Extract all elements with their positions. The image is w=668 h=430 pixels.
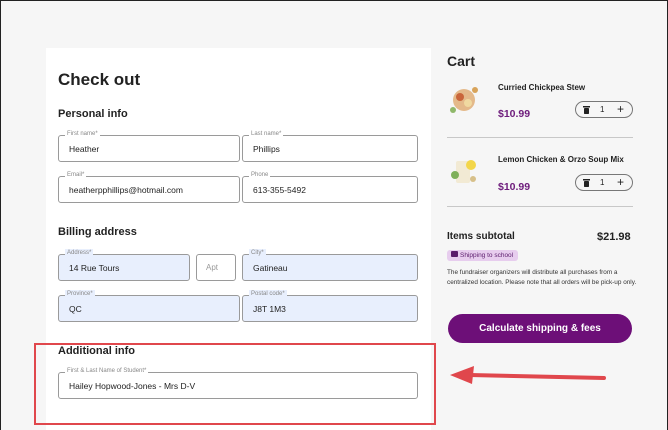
city-label: City* bbox=[249, 249, 266, 258]
apt-placeholder: Apt bbox=[206, 263, 219, 272]
trash-icon[interactable] bbox=[583, 179, 590, 187]
quantity-value: 1 bbox=[600, 178, 605, 187]
last-name-value: Phillips bbox=[253, 144, 280, 154]
items-subtotal-value: $21.98 bbox=[597, 231, 631, 243]
email-value: heatherpphillips@hotmail.com bbox=[69, 185, 183, 195]
calculate-shipping-button[interactable]: Calculate shipping & fees bbox=[448, 314, 632, 343]
plus-icon[interactable]: + bbox=[617, 175, 624, 189]
postal-code-field[interactable]: Postal code* J8T 1M3 bbox=[242, 290, 418, 322]
cart-item-price: $10.99 bbox=[498, 181, 531, 193]
first-name-label: First name* bbox=[65, 130, 100, 139]
email-field[interactable]: Email* heatherpphillips@hotmail.com bbox=[58, 171, 240, 203]
quantity-value: 1 bbox=[600, 105, 605, 114]
phone-label: Phone bbox=[249, 171, 271, 180]
truck-icon bbox=[451, 251, 458, 258]
postal-code-label: Postal code* bbox=[249, 290, 287, 299]
first-name-field[interactable]: First name* Heather bbox=[58, 130, 240, 162]
province-field[interactable]: Province* QC bbox=[58, 290, 240, 322]
apt-field[interactable]: Apt bbox=[196, 254, 236, 281]
plus-icon[interactable]: + bbox=[617, 102, 624, 116]
email-label: Email* bbox=[65, 171, 87, 180]
billing-address-heading: Billing address bbox=[58, 226, 137, 238]
pickup-note: The fundraiser organizers will distribut… bbox=[447, 269, 637, 286]
page-title: Check out bbox=[58, 70, 141, 89]
city-field[interactable]: City* Gatineau bbox=[242, 249, 418, 281]
postal-code-value: J8T 1M3 bbox=[253, 304, 286, 314]
first-name-value: Heather bbox=[69, 144, 100, 154]
shipping-badge: Shipping to school bbox=[447, 250, 519, 261]
last-name-field[interactable]: Last name* Phillips bbox=[242, 130, 418, 162]
personal-info-heading: Personal info bbox=[58, 108, 128, 120]
cart-divider bbox=[447, 206, 633, 207]
cart-item-name: Curried Chickpea Stew bbox=[498, 83, 586, 92]
annotation-arrow-icon bbox=[450, 366, 606, 384]
cart-item-price: $10.99 bbox=[498, 108, 531, 120]
items-subtotal-label: Items subtotal bbox=[447, 231, 515, 242]
last-name-label: Last name* bbox=[249, 130, 284, 139]
address-label: Address* bbox=[65, 249, 94, 258]
quantity-stepper[interactable]: 1 + bbox=[575, 101, 633, 118]
food-thumbnail-icon bbox=[451, 160, 476, 183]
shipping-badge-label: Shipping to school bbox=[460, 252, 514, 259]
food-thumbnail-icon bbox=[450, 87, 478, 113]
cart-title: Cart bbox=[447, 53, 476, 69]
phone-value: 613-355-5492 bbox=[253, 185, 306, 195]
phone-field[interactable]: Phone 613-355-5492 bbox=[242, 171, 418, 203]
province-value: QC bbox=[69, 304, 82, 314]
trash-icon[interactable] bbox=[583, 106, 590, 114]
cart-panel: Cart Curried Chickpea Stew $10.99 1 + Le… bbox=[447, 53, 637, 343]
cart-divider bbox=[447, 137, 633, 138]
cart-item-name: Lemon Chicken & Orzo Soup Mix bbox=[498, 155, 624, 164]
annotation-highlight-box bbox=[34, 343, 436, 425]
city-value: Gatineau bbox=[253, 263, 288, 273]
quantity-stepper[interactable]: 1 + bbox=[575, 174, 633, 191]
province-label: Province* bbox=[65, 290, 95, 299]
page-frame: Check out Personal info First name* Heat… bbox=[0, 0, 668, 430]
address-field[interactable]: Address* 14 Rue Tours bbox=[58, 249, 190, 281]
address-value: 14 Rue Tours bbox=[69, 263, 120, 273]
